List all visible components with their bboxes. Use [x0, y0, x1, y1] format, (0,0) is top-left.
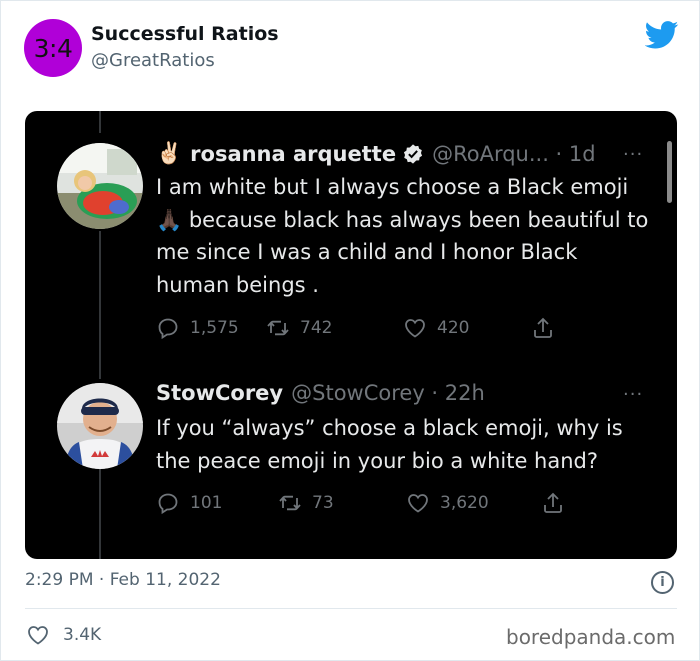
scrollbar[interactable]	[667, 141, 672, 203]
like-count: 420	[437, 318, 470, 338]
likes-button[interactable]: 3.4K	[25, 623, 101, 647]
account-name[interactable]: Successful Ratios	[91, 23, 279, 45]
like-button[interactable]: 420	[403, 316, 531, 340]
thread-line	[99, 469, 101, 559]
tweet-handle-time[interactable]: @StowCorey · 22h	[291, 381, 485, 405]
thread-line	[99, 111, 101, 133]
info-icon[interactable]: i	[651, 571, 674, 594]
embedded-screenshot: ✌🏻 rosanna arquette @RoArqu... · 1d ··· …	[25, 111, 677, 559]
reply-count: 1,575	[190, 318, 239, 338]
tweet-header: ✌🏻 rosanna arquette @RoArqu... · 1d	[156, 141, 596, 166]
reply-button[interactable]: 1,575	[156, 316, 266, 340]
tweet-actions: 1,575 742 420	[156, 316, 555, 340]
account-handle[interactable]: @GreatRatios	[91, 50, 215, 71]
praying-hands-emoji: 🙏🏿	[156, 207, 183, 232]
heart-icon	[28, 626, 48, 645]
peace-emoji: ✌🏻	[156, 141, 183, 165]
retweet-icon	[279, 495, 301, 511]
stowcorey-avatar[interactable]	[57, 383, 143, 469]
retweet-count: 73	[312, 493, 334, 513]
tweet-header: StowCorey @StowCorey · 22h	[156, 381, 485, 405]
likes-count: 3.4K	[63, 625, 102, 645]
tweet-author-name[interactable]: rosanna arquette	[190, 142, 396, 166]
divider	[25, 608, 677, 609]
tweet-text-part: I am white but I always choose a Black e…	[156, 175, 629, 199]
retweet-icon	[267, 320, 289, 336]
tweet-card: 3:4 Successful Ratios @GreatRatios ✌🏻 ro…	[0, 0, 700, 661]
heart-icon	[408, 494, 428, 513]
reply-button[interactable]: 101	[156, 491, 278, 515]
retweet-count: 742	[300, 318, 333, 338]
twitter-bird-icon[interactable]	[645, 21, 679, 49]
reply-icon	[158, 318, 178, 340]
watermark: boredpanda.com	[506, 625, 676, 649]
verified-badge-icon	[404, 143, 423, 164]
retweet-button[interactable]: 73	[278, 491, 406, 515]
like-button[interactable]: 3,620	[406, 491, 541, 515]
like-count: 3,620	[440, 493, 489, 513]
heart-icon	[405, 319, 425, 338]
avatar-text: 3:4	[33, 33, 73, 63]
reply-count: 101	[190, 493, 223, 513]
retweet-button[interactable]: 742	[266, 316, 403, 340]
reply-icon	[158, 493, 178, 515]
more-options-icon[interactable]: ···	[623, 144, 643, 165]
account-avatar[interactable]: 3:4	[24, 19, 82, 77]
tweet-text: I am white but I always choose a Black e…	[156, 171, 656, 301]
rosanna-avatar[interactable]	[57, 143, 143, 229]
share-button[interactable]	[541, 491, 565, 515]
share-icon	[544, 492, 562, 513]
tweet-timestamp[interactable]: 2:29 PM · Feb 11, 2022	[25, 570, 221, 590]
tweet-text: If you “always” choose a black emoji, wh…	[156, 416, 623, 473]
thread-line	[99, 231, 101, 379]
share-icon	[534, 317, 552, 338]
tweet-handle-time[interactable]: @RoArqu... · 1d	[432, 142, 596, 166]
more-options-icon[interactable]: ···	[623, 384, 643, 405]
tweet-author-name[interactable]: StowCorey	[156, 381, 283, 405]
tweet-text-part: because black has always been beautiful …	[156, 207, 649, 297]
share-button[interactable]	[531, 316, 555, 340]
tweet-actions: 101 73 3,620	[156, 491, 565, 515]
